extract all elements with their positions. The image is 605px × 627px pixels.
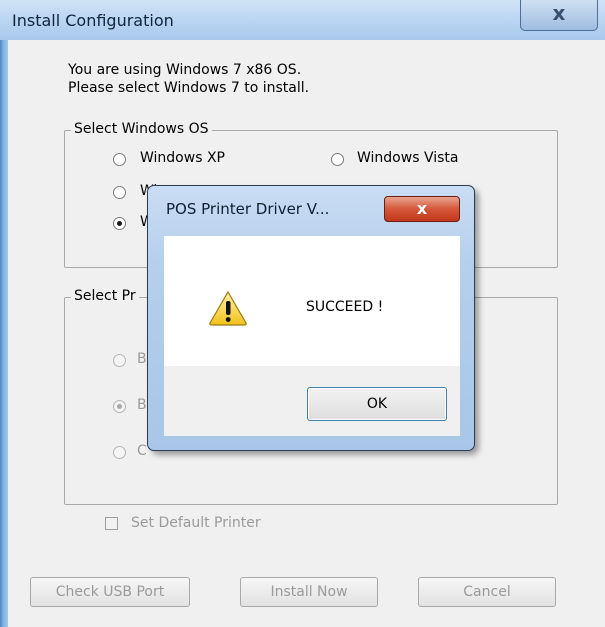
window-title: Install Configuration (12, 11, 174, 30)
radio-selected-dot (117, 221, 122, 226)
close-icon: x (552, 1, 566, 25)
close-icon: x (416, 199, 428, 218)
radio-selected-dot (117, 404, 122, 409)
radio-printer-1-label: B (137, 351, 147, 367)
radio-printer-2-label: B (137, 397, 147, 413)
radio-windows-7[interactable] (113, 217, 126, 230)
radio-windows-vista[interactable] (331, 153, 344, 166)
set-default-printer-label: Set Default Printer (131, 515, 261, 531)
ok-button[interactable]: OK (307, 387, 447, 421)
radio-windows-xp-label: Windows XP (140, 150, 225, 166)
window-frame (0, 0, 8, 627)
message-dialog: POS Printer Driver V... x SUCCEED ! OK (147, 185, 475, 451)
select-printer-label: Select Pr (71, 288, 139, 304)
set-default-printer-checkbox[interactable] (105, 517, 118, 530)
dialog-content: SUCCEED ! OK (164, 236, 460, 436)
install-now-button[interactable]: Install Now (240, 577, 378, 607)
radio-os-option-3[interactable] (113, 186, 126, 199)
radio-printer-2[interactable] (113, 400, 126, 413)
check-usb-port-button[interactable]: Check USB Port (30, 577, 190, 607)
radio-printer-3[interactable] (113, 446, 126, 459)
os-info-line1: You are using Windows 7 x86 OS. (68, 62, 302, 78)
select-os-label: Select Windows OS (71, 121, 212, 137)
dialog-message: SUCCEED ! (306, 299, 384, 315)
os-info-line2: Please select Windows 7 to install. (68, 80, 310, 96)
warning-icon (209, 290, 247, 326)
radio-printer-1[interactable] (113, 354, 126, 367)
close-button[interactable]: x (520, 0, 598, 31)
radio-windows-xp[interactable] (113, 153, 126, 166)
title-bar[interactable]: Install Configuration x (0, 0, 605, 40)
dialog-title: POS Printer Driver V... (166, 200, 330, 218)
radio-windows-vista-label: Windows Vista (357, 150, 459, 166)
radio-printer-3-label: C (137, 443, 147, 459)
cancel-button[interactable]: Cancel (418, 577, 556, 607)
dialog-close-button[interactable]: x (384, 196, 460, 222)
